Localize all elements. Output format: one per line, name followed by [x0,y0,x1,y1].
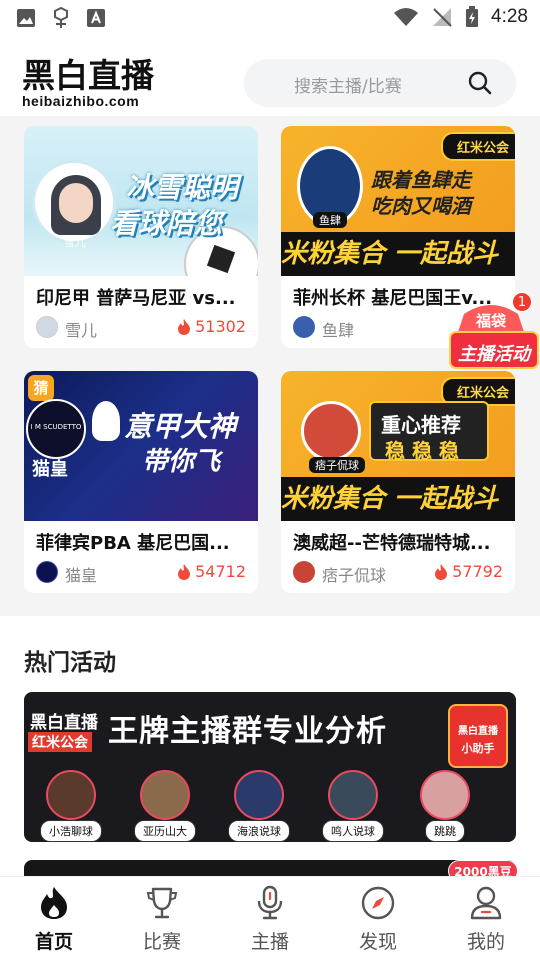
flame-icon [435,563,448,580]
streamer-name: 猫皇 [65,566,98,585]
flame-icon [178,563,191,580]
nav-profile[interactable]: 我的 [432,877,540,960]
streamer-photo [32,160,116,244]
compass-icon [361,886,395,920]
nav-home[interactable]: 首页 [0,877,108,960]
nav-label: 首页 [34,931,73,953]
hot-value: 57792 [452,562,503,581]
streamer-avatar [293,316,315,338]
banner-streamer: 海浪说球 [228,770,290,842]
thumb-headline: 冰雪聪明 [126,171,239,204]
streamer-photo: I M SCUDETTO [26,399,86,459]
live-title: 澳威超--芒特德瑞特城... [293,533,491,554]
search-bar[interactable]: 搜索主播/比赛 [244,59,516,107]
league-logo [92,401,120,441]
thumb-headline: 意甲大神 [124,410,237,443]
thumb-avatar-label: 雪儿 [64,236,86,249]
flame-icon [178,318,191,335]
banner-streamer: 小浩聊球 [40,770,102,842]
search-placeholder: 搜索主播/比赛 [294,77,402,97]
live-thumbnail: 雪儿 冰雪聪明 看球陪您 [24,126,258,276]
live-card[interactable]: 雪儿 冰雪聪明 看球陪您 印尼甲 普萨马尼亚 vs... 雪儿 51302 [24,126,258,348]
thumb-subline: 吃肉又喝酒 [371,194,471,218]
float-badge-line1: 福袋 [475,312,506,330]
text-a-icon [87,9,105,27]
live-card[interactable]: 猜 I M SCUDETTO 猫皇 意甲大神 带你飞 菲律宾PBA 基尼巴国..… [24,371,258,593]
hot-value: 54712 [195,562,246,581]
app-notification-icon [54,7,68,28]
guild-tag: 红米公会 [440,132,515,161]
clock: 4:28 [491,6,528,27]
banner-sublogo: 红米公会 [28,732,92,752]
streamer-name: 雪儿 [65,321,98,340]
microphone-icon [257,885,283,920]
club-text: I M SCUDETTO [30,423,82,431]
bottom-navigation: 首页 比赛 主播 发现 我的 [0,876,540,960]
status-bar: 4:28 [0,0,540,36]
helper-badge: 黑白直播 小助手 [448,704,508,768]
home-flame-icon [41,887,67,919]
gallery-icon [17,9,35,27]
nav-label: 我的 [466,931,505,953]
hot-count: 51302 [177,317,246,336]
hot-value: 51302 [195,317,246,336]
nav-matches[interactable]: 比赛 [108,877,216,960]
streamer-name: 鱼肆 [322,321,355,340]
streamer-avatar [36,561,58,583]
thumb-subline: 看球陪您 [110,207,223,240]
nav-label: 比赛 [142,931,181,953]
search-icon[interactable] [468,71,492,95]
banner-streamer: 鸣人说球 [322,770,384,842]
promo-strip: 米粉集合 一起战斗 [281,477,515,521]
banner-streamer: 亚历山大 [134,770,196,842]
live-thumbnail: 猜 I M SCUDETTO 猫皇 意甲大神 带你飞 [24,371,258,521]
hot-count: 54712 [177,562,246,581]
logo-text: 黑白直播 [22,56,154,95]
live-title: 菲律宾PBA 基尼巴国... [36,533,230,554]
float-badge-line2: 主播活动 [458,344,530,365]
nav-streamers[interactable]: 主播 [216,877,324,960]
helper-line1: 黑白直播 [458,726,498,737]
banner-streamer: 跳跳 [420,770,470,842]
guess-corner-badge: 猜 [28,375,54,401]
app-header: 黑白直播 heibaizhibo.com 搜索主播/比赛 [0,36,540,116]
thumb-avatar-label: 痞子侃球 [309,457,365,473]
live-thumbnail: 红米公会 痞子侃球 重心推荐 稳 稳 稳 米粉集合 一起战斗 [281,371,515,521]
thumb-headline: 跟着鱼肆走 [371,168,471,192]
helper-line2: 小助手 [461,742,495,755]
thumb-subline: 带你飞 [142,447,221,477]
wifi-icon [394,8,419,26]
nav-discover[interactable]: 发现 [324,877,432,960]
promo-strip: 米粉集合 一起战斗 [281,232,515,276]
thumb-subline: 稳 稳 稳 [385,439,459,463]
logo-domain: heibaizhibo.com [22,93,140,109]
app-logo[interactable]: 黑白直播 heibaizhibo.com [22,58,172,110]
nav-label: 发现 [358,931,397,953]
streamer-avatar [36,316,58,338]
live-card[interactable]: 红米公会 痞子侃球 重心推荐 稳 稳 稳 米粉集合 一起战斗 澳威超--芒特德瑞… [281,371,515,593]
notification-count: 1 [512,292,532,312]
banner-headline: 王牌主播群专业分析 [108,714,387,749]
battery-charging-icon [466,6,479,27]
no-signal-icon [433,8,452,27]
live-title: 印尼甲 普萨马尼亚 vs... [36,288,236,309]
thumb-avatar-label: 猫皇 [32,459,68,480]
streamer-photo [301,401,361,461]
hot-count: 57792 [434,562,503,581]
streamer-name: 痞子侃球 [322,566,387,585]
streamer-avatar [293,561,315,583]
live-thumbnail: 红米公会 鱼肆 跟着鱼肆走 吃肉又喝酒 米粉集合 一起战斗 [281,126,515,276]
streamer-activity-float-button[interactable]: 福袋 主播活动 1 [442,292,540,378]
trophy-icon [146,887,178,919]
user-icon [470,886,502,920]
banner-logo: 黑白直播 [30,713,98,733]
activity-banner[interactable]: 黑白直播 红米公会 王牌主播群专业分析 黑白直播 小助手 小浩聊球 亚历山大 海… [24,692,516,842]
section-title: 热门活动 [24,650,116,676]
thumb-headline: 重心推荐 [381,413,461,437]
thumb-avatar-label: 鱼肆 [313,212,347,228]
nav-label: 主播 [250,931,289,953]
